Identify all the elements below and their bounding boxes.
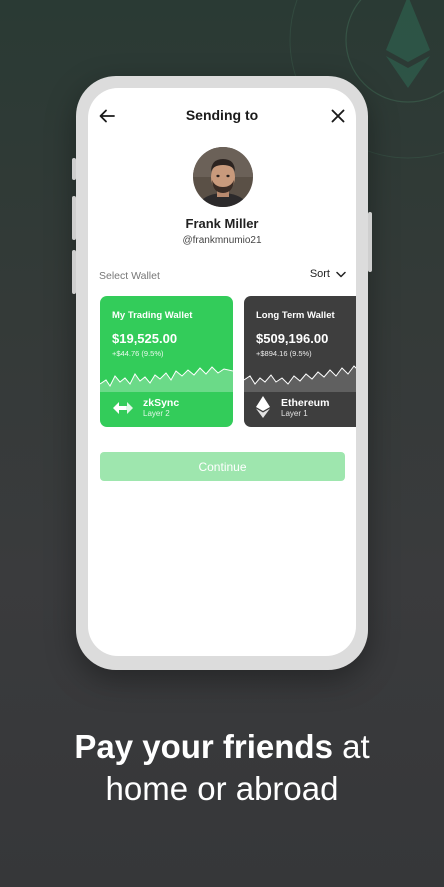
phone-side-button: [72, 158, 76, 180]
recipient-handle: @frankmnumio21: [182, 235, 262, 246]
recipient-avatar: [193, 147, 253, 207]
wallet-network: Ethereum: [281, 397, 330, 409]
close-icon[interactable]: [330, 108, 346, 124]
tagline-bold: Pay your friends: [74, 728, 333, 765]
app-screen: Sending to Frank Miller @frankmnumio21 S…: [88, 88, 356, 656]
wallet-layer: Layer 2: [143, 409, 170, 418]
wallet-change: +$44.76 (9.5%): [112, 349, 164, 358]
zksync-icon: [113, 402, 133, 414]
chevron-down-icon: [336, 271, 346, 277]
wallet-title: Long Term Wallet: [256, 310, 335, 321]
select-wallet-label: Select Wallet: [99, 270, 160, 282]
phone-side-button: [72, 250, 76, 294]
wallet-title: My Trading Wallet: [112, 310, 193, 321]
phone-side-button: [72, 196, 76, 240]
wallet-sparkline: [244, 365, 356, 392]
wallet-network: zkSync: [143, 397, 180, 409]
sort-button[interactable]: Sort: [310, 268, 346, 280]
ethereum-watermark-icon: [386, 0, 430, 88]
wallet-sparkline: [100, 366, 233, 392]
sort-label: Sort: [309, 268, 330, 280]
tagline-line2: home or abroad: [105, 770, 339, 807]
wallet-layer: Layer 1: [281, 409, 308, 418]
wallet-card-long-term[interactable]: Long Term Wallet $509,196.00 +$894.16 (9…: [244, 296, 356, 427]
wallet-balance: $509,196.00: [256, 331, 329, 346]
wallet-change: +$894.16 (9.5%): [256, 349, 312, 358]
page-title: Sending to: [185, 107, 259, 123]
tagline-line1-rest: at: [332, 728, 370, 765]
continue-button[interactable]: Continue: [100, 452, 345, 481]
recipient-name: Frank Miller: [185, 216, 259, 231]
phone-power-button: [368, 212, 372, 272]
wallet-balance: $19,525.00: [112, 331, 178, 346]
ethereum-icon: [256, 396, 270, 418]
tagline: Pay your friends at home or abroad: [0, 726, 444, 810]
wallet-card-trading[interactable]: My Trading Wallet $19,525.00 +$44.76 (9.…: [100, 296, 233, 427]
